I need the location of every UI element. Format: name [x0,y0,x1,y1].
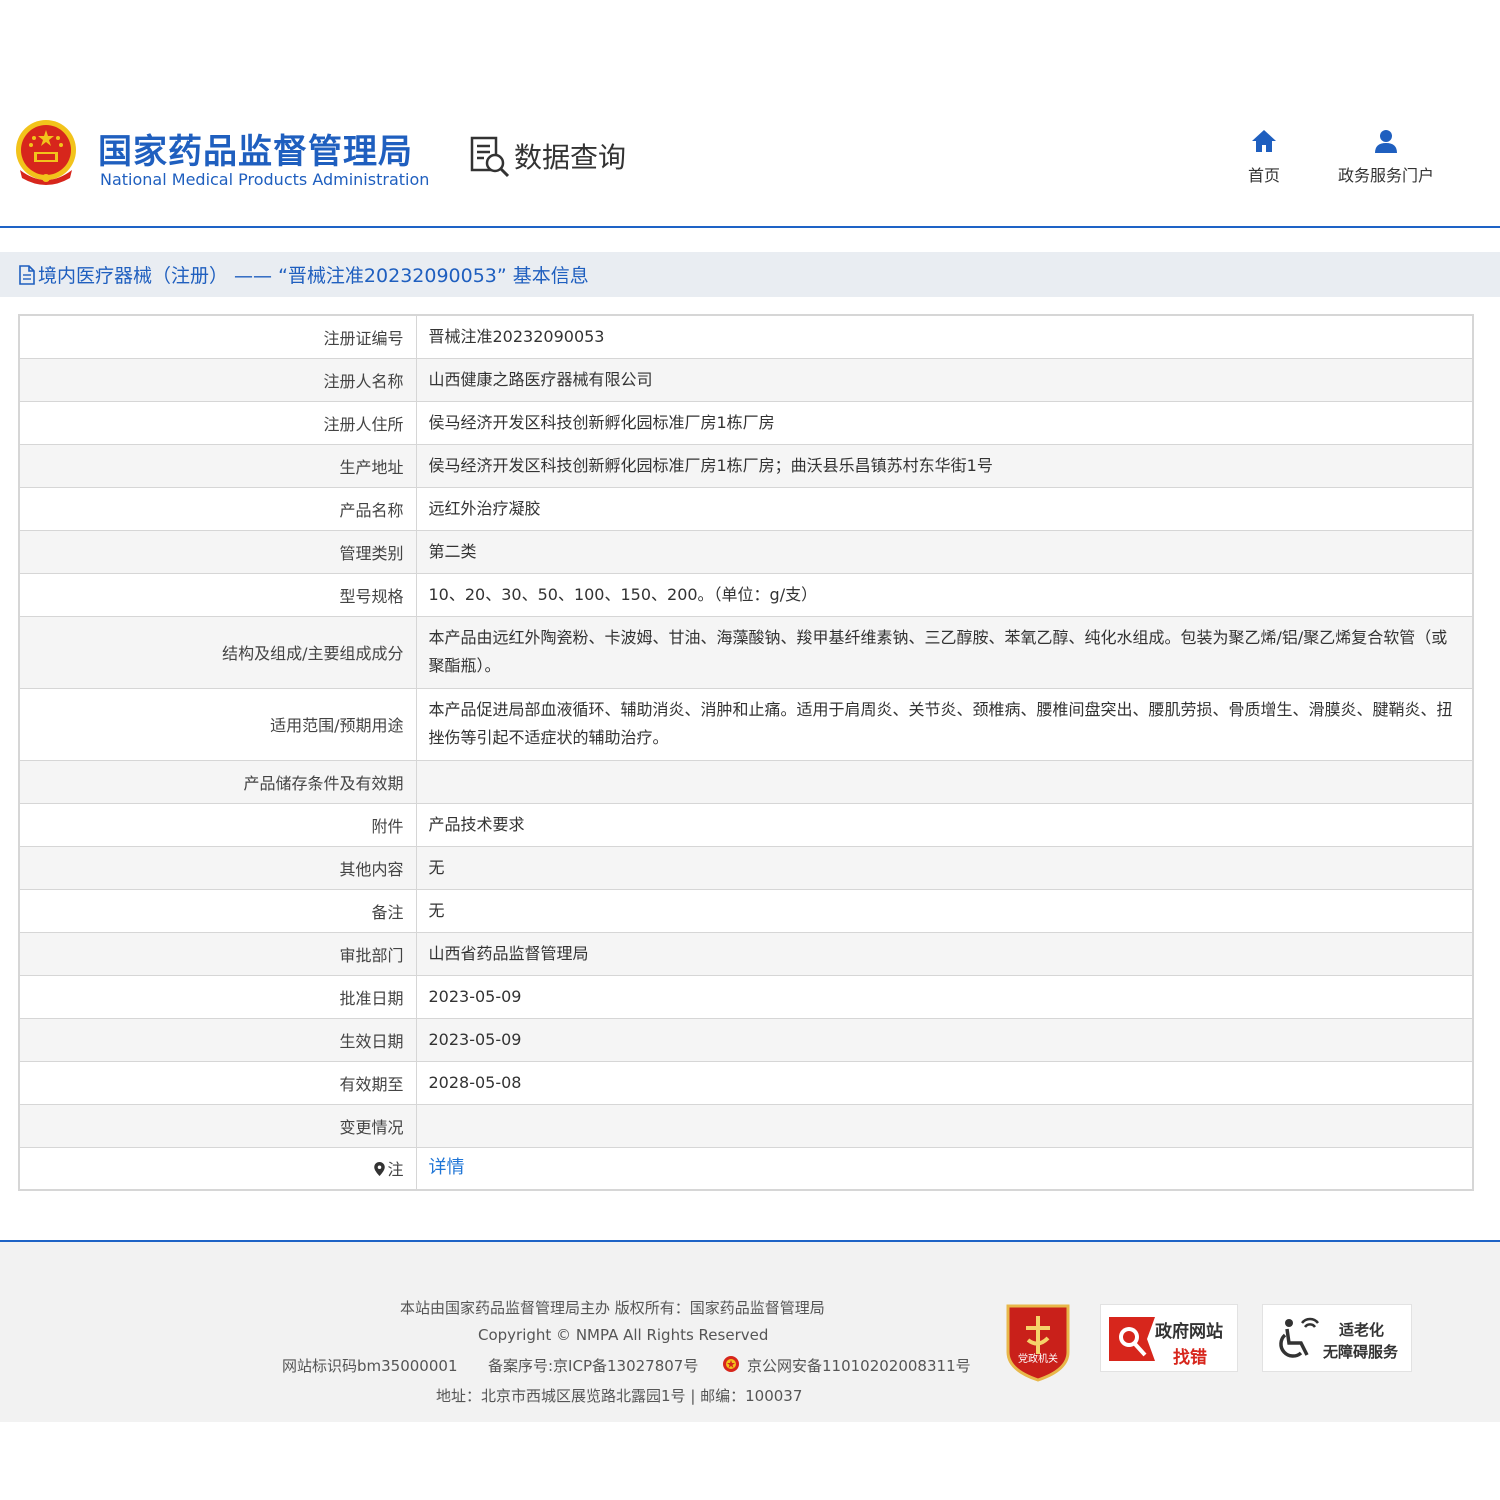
registration-info-table: 注册证编号 晋械注准20232090053 注册人名称 山西健康之路医疗器械有限公司注… [18,314,1474,1191]
table-row: 备注无 [18,888,1474,933]
field-value: 无 [415,888,1474,933]
field-value: 晋械注准20232090053 [415,314,1474,359]
party-government-badge[interactable]: 党政机关 [1004,1302,1072,1382]
table-row: 变更情况 [18,1103,1474,1148]
table-row: 产品储存条件及有效期 [18,759,1474,804]
field-label: 注册人名称 [18,357,417,402]
field-label: 变更情况 [18,1103,417,1148]
gov-website-error-badge[interactable]: 政府网站 找错 [1100,1304,1238,1372]
field-label: 管理类别 [18,529,417,574]
user-icon [1375,130,1397,153]
field-label: 产品储存条件及有效期 [18,759,417,804]
field-value: 第二类 [415,529,1474,574]
data-query-label: 数据查询 [514,141,627,174]
footer-copyright: Copyright © NMPA All Rights Reserved [478,1326,769,1344]
field-label: 生产地址 [18,443,417,488]
site-footer: 本站由国家药品监督管理局主办 版权所有：国家药品监督管理局 Copyright … [0,1242,1500,1422]
note-label-cell: 注 [18,1146,417,1191]
field-label: 其他内容 [18,845,417,890]
field-value: 2023-05-09 [415,974,1474,1019]
field-value [415,1103,1474,1148]
table-row: 附件 产品技术要求 [18,802,1474,847]
agency-name-en: National Medical Products Administration [100,170,430,189]
error-report-icon [1109,1317,1155,1361]
nav-government-services[interactable]: 政务服务门户 [1338,128,1434,186]
field-value: 2023-05-09 [415,1017,1474,1062]
error-badge-subtitle: 找错 [1173,1348,1207,1368]
table-row: 其他内容无 [18,845,1474,890]
field-label: 注册证编号 [18,314,417,359]
footer-address: 地址：北京市西城区展览路北露园1号 | 邮编：100037 [436,1387,803,1405]
field-value: 本产品由远红外陶瓷粉、卡波姆、甘油、海藻酸钠、羧甲基纤维素钠、三乙醇胺、苯氧乙醇… [415,615,1474,689]
error-badge-title: 政府网站 [1155,1322,1223,1342]
accessibility-icon [1279,1317,1319,1358]
data-query-title: 数据查询 [468,134,626,178]
table-row-note: 注 详情 [18,1146,1474,1191]
table-row: 型号规格 10、20、30、50、100、150、200。（单位：g/支） [18,572,1474,617]
footer-police-link[interactable]: 京公网安备11010202008311号 [747,1355,971,1376]
agency-name-cn: 国家药品监督管理局 [98,132,413,172]
table-row: 有效期至 2028-05-08 [18,1060,1474,1105]
field-value [415,759,1474,804]
field-label: 附件 [18,802,417,847]
note-label: 注 [387,1160,404,1180]
field-label: 审批部门 [18,931,417,976]
table-row: 注册证编号 晋械注准20232090053 [18,314,1474,359]
field-value: 山西健康之路医疗器械有限公司 [415,357,1474,402]
table-row: 注册人住所 侯马经济开发区科技创新孵化园标准厂房1栋厂房 [18,400,1474,445]
field-value: 侯马经济开发区科技创新孵化园标准厂房1栋厂房 [415,400,1474,445]
breadcrumb-text: 境内医疗器械（注册） —— “晋械注准20232090053” 基本信息 [38,265,589,287]
aging-badge-subtitle: 无障碍服务 [1323,1343,1399,1361]
field-label: 产品名称 [18,486,417,531]
document-icon [19,264,35,285]
table-row: 适用范围/预期用途 本产品促进局部血液循环、辅助消炎、消肿和止痛。适用于肩周炎、关… [18,687,1474,761]
aging-accessibility-badge[interactable]: 适老化 无障碍服务 [1262,1304,1412,1372]
party-government-icon [1006,1304,1070,1382]
party-government-label: 党政机关 [1018,1354,1058,1365]
table-row: 管理类别 第二类 [18,529,1474,574]
field-label: 有效期至 [18,1060,417,1105]
aging-badge-title: 适老化 [1339,1321,1385,1339]
pin-icon [374,1162,386,1177]
header-divider [0,226,1500,228]
field-label: 批准日期 [18,974,417,1019]
police-badge-icon [723,1356,739,1372]
table-row: 结构及组成/主要组成成分 本产品由远红外陶瓷粉、卡波姆、甘油、海藻酸钠、羧甲基纤维… [18,615,1474,689]
table-row: 产品名称 远红外治疗凝胶 [18,486,1474,531]
field-value: 远红外治疗凝胶 [415,486,1474,531]
note-value-cell: 详情 [415,1146,1474,1191]
data-search-icon [470,136,510,178]
field-label: 结构及组成/主要组成成分 [18,615,417,689]
national-emblem-icon [16,120,76,185]
field-value: 本产品促进局部血液循环、辅助消炎、消肿和止痛。适用于肩周炎、关节炎、颈椎病、腰椎… [415,687,1474,761]
field-value: 10、20、30、50、100、150、200。（单位：g/支） [415,572,1474,617]
table-row: 生产地址 侯马经济开发区科技创新孵化园标准厂房1栋厂房；曲沃县乐昌镇苏村东华街1号 [18,443,1474,488]
breadcrumb: 境内医疗器械（注册） —— “晋械注准20232090053” 基本信息 [0,252,1500,297]
footer-site-code: 网站标识码bm35000001 [282,1357,458,1375]
footer-icp-link[interactable]: 备案序号:京ICP备13027807号 [488,1355,698,1376]
nav-government-services-label: 政务服务门户 [1338,166,1435,185]
field-value: 2028-05-08 [415,1060,1474,1105]
field-label: 注册人住所 [18,400,417,445]
field-label: 适用范围/预期用途 [18,687,417,761]
field-label: 型号规格 [18,572,417,617]
nav-home[interactable]: 首页 [1248,128,1280,186]
table-row: 生效日期 2023-05-09 [18,1017,1474,1062]
home-icon [1252,130,1276,152]
field-value: 侯马经济开发区科技创新孵化园标准厂房1栋厂房；曲沃县乐昌镇苏村东华街1号 [415,443,1474,488]
table-row: 批准日期 2023-05-09 [18,974,1474,1019]
field-label: 生效日期 [18,1017,417,1062]
field-value: 山西省药品监督管理局 [415,931,1474,976]
footer-sponsor: 本站由国家药品监督管理局主办 版权所有：国家药品监督管理局 [400,1299,825,1317]
field-value: 产品技术要求 [415,802,1474,847]
detail-link[interactable]: 详情 [429,1157,465,1178]
table-row: 注册人名称 山西健康之路医疗器械有限公司 [18,357,1474,402]
field-label: 备注 [18,888,417,933]
table-row: 审批部门 山西省药品监督管理局 [18,931,1474,976]
nav-home-label: 首页 [1248,166,1281,185]
field-value: 无 [415,845,1474,890]
